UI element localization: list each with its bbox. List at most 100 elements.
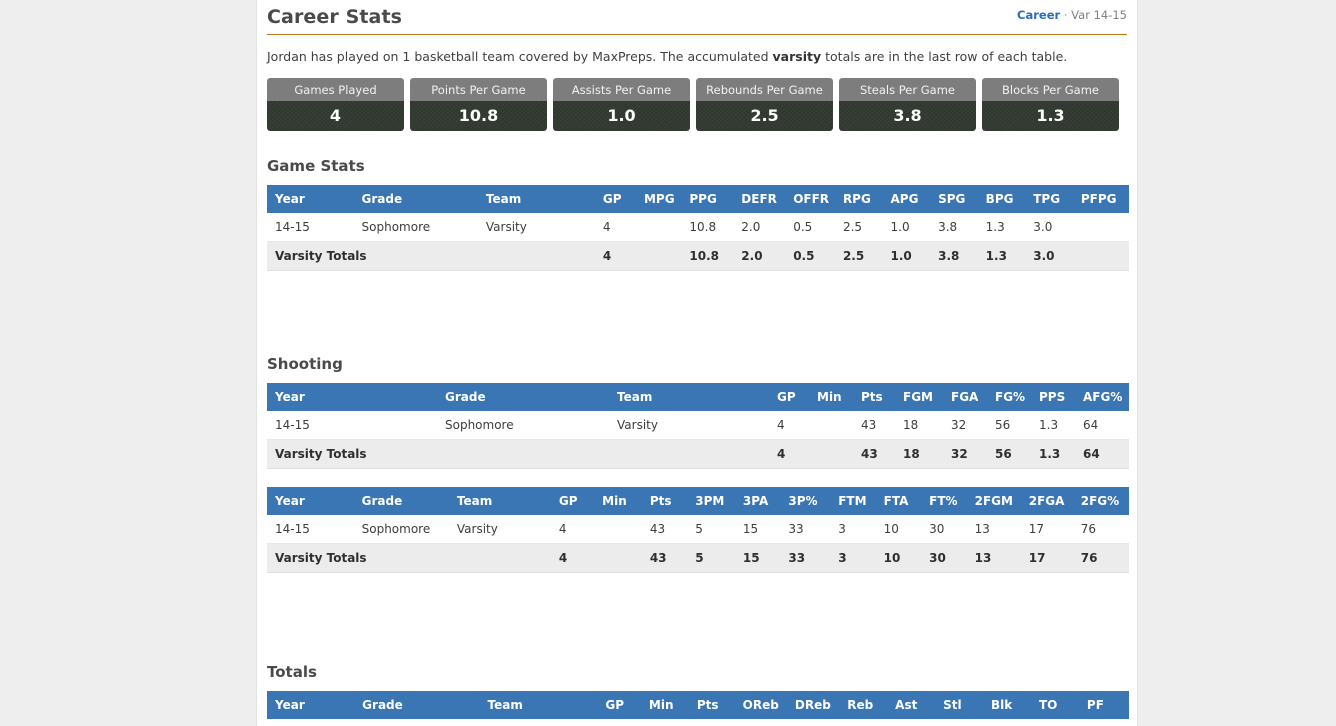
column-header[interactable]: FTM	[832, 486, 878, 515]
column-header[interactable]: 3P%	[782, 486, 833, 515]
column-header[interactable]: FTA	[877, 486, 924, 515]
stat-box-value: 3.8	[839, 101, 976, 131]
column-header[interactable]: Min	[642, 690, 691, 719]
column-header[interactable]: Team	[479, 690, 600, 719]
column-header[interactable]: FT%	[923, 486, 969, 515]
column-header[interactable]: RPG	[836, 184, 885, 213]
column-header[interactable]: Pts	[643, 486, 690, 515]
column-header[interactable]: Year	[267, 382, 437, 411]
table-cell: 32	[945, 410, 989, 440]
breadcrumb-link-career[interactable]: Career	[1017, 8, 1060, 22]
column-header[interactable]: 2FG%	[1074, 486, 1129, 515]
stat-box: Rebounds Per Game 2.5	[696, 77, 833, 131]
column-header[interactable]: BPG	[979, 184, 1028, 213]
column-header[interactable]: Blk	[985, 690, 1033, 719]
table-cell: 18	[897, 410, 945, 440]
column-header[interactable]: Year	[267, 486, 354, 515]
table-totals-cell: 3.8	[932, 241, 980, 271]
stat-box-value: 2.5	[696, 101, 833, 131]
table-totals-cell: 4	[771, 439, 811, 469]
table-cell	[811, 410, 855, 440]
table-totals-cell	[448, 543, 553, 573]
column-header[interactable]: Reb	[841, 690, 890, 719]
column-header[interactable]: Min	[596, 486, 644, 515]
column-header[interactable]: GP	[771, 382, 811, 411]
section-shooting: Shooting Year Grade Team GP Min Pts FGM FGA FG% P…	[267, 355, 1129, 573]
column-header[interactable]: FG%	[989, 382, 1033, 411]
column-header[interactable]: Team	[609, 382, 771, 411]
table-totals-row: Varsity Totals 4 10.8 2.0 0.5 2.5 1.0 3.8 1.3 3.0	[267, 241, 1129, 271]
table-cell: 4	[596, 212, 638, 242]
breadcrumb-current: Var 14-15	[1071, 8, 1127, 22]
column-header[interactable]: PPS	[1033, 382, 1077, 411]
table-header-row: Year Grade Team GP Min Pts FGM FGA FG% PPS AFG%	[267, 382, 1129, 411]
column-header[interactable]: PFPG	[1074, 184, 1129, 213]
column-header[interactable]: OFFR	[787, 184, 837, 213]
column-header[interactable]: Grade	[437, 382, 609, 411]
table-cell: 10.8	[683, 212, 736, 242]
column-header[interactable]: 3PM	[689, 486, 737, 515]
column-header[interactable]: Team	[448, 486, 553, 515]
table-cell	[596, 514, 644, 544]
column-header[interactable]: MPG	[637, 184, 684, 213]
column-header[interactable]: TPG	[1027, 184, 1075, 213]
section-title-game-stats: Game Stats	[267, 156, 365, 175]
column-header[interactable]: Team	[477, 184, 597, 213]
column-header[interactable]: APG	[884, 184, 933, 213]
column-header[interactable]: 2FGA	[1022, 486, 1075, 515]
table-totals-cell: 3	[832, 543, 878, 573]
table-totals-cell: 2.0	[735, 241, 788, 271]
column-header[interactable]: DEFR	[735, 184, 788, 213]
table-cell: 1.3	[979, 212, 1028, 242]
column-header[interactable]: TO	[1032, 690, 1081, 719]
table-totals-cell: 3.0	[1027, 241, 1075, 271]
table-totals-cell	[811, 439, 855, 469]
column-header[interactable]: GP	[599, 690, 643, 719]
table-totals-cell	[353, 543, 449, 573]
column-header[interactable]: Grade	[354, 690, 480, 719]
column-header[interactable]: Min	[811, 382, 855, 411]
column-header[interactable]: FGM	[897, 382, 945, 411]
intro-text-after: totals are in the last row of each table…	[821, 49, 1068, 64]
column-header[interactable]: PPG	[683, 184, 736, 213]
column-header[interactable]: DReb	[788, 690, 842, 719]
column-header[interactable]: Ast	[889, 690, 938, 719]
column-header[interactable]: 2FGM	[968, 486, 1023, 515]
table-cell: 5	[689, 514, 737, 544]
table-cell: 13	[968, 514, 1023, 544]
table-cell: 5	[985, 718, 1033, 726]
column-header[interactable]: 3PA	[736, 486, 783, 515]
column-header[interactable]: GP	[596, 184, 638, 213]
table-cell: Sophomore	[354, 718, 480, 726]
table-totals-cell	[609, 439, 771, 469]
column-header[interactable]: Grade	[353, 184, 478, 213]
column-header[interactable]: Year	[267, 690, 355, 719]
stat-box: Points Per Game 10.8	[410, 77, 547, 131]
table-header-row: Year Grade Team GP Min Pts OReb DReb Reb Ast Stl Bl…	[267, 690, 1129, 719]
table-totals-cell: 1.0	[884, 241, 933, 271]
table-cell: 76	[1074, 514, 1129, 544]
column-header[interactable]: PF	[1080, 690, 1129, 719]
column-header[interactable]: AFG%	[1077, 382, 1129, 411]
column-header[interactable]: Stl	[937, 690, 986, 719]
column-header[interactable]: OReb	[736, 690, 789, 719]
column-header[interactable]: FGA	[945, 382, 989, 411]
table-cell: 14-15	[267, 514, 354, 544]
column-header[interactable]: Year	[267, 184, 354, 213]
totals-table-wrap: Year Grade Team GP Min Pts OReb DReb Reb Ast Stl Bl…	[267, 690, 1129, 726]
table-totals-cell: 18	[897, 439, 945, 469]
table-cell: 15	[937, 718, 986, 726]
page-header: Career Stats Career · Var 14-15	[267, 0, 1127, 35]
column-header[interactable]: GP	[552, 486, 597, 515]
column-header[interactable]: Grade	[353, 486, 449, 515]
table-totals-cell	[596, 543, 644, 573]
table-cell: 10	[841, 718, 890, 726]
table-cell: 15	[736, 514, 783, 544]
table-cell: Varsity	[479, 718, 600, 726]
game-stats-table: Year Grade Team GP MPG PPG DEFR OFFR RPG APG SPG BP…	[267, 184, 1129, 271]
table-cell	[642, 718, 691, 726]
column-header[interactable]: Pts	[690, 690, 737, 719]
column-header[interactable]: SPG	[932, 184, 980, 213]
column-header[interactable]: Pts	[855, 382, 897, 411]
intro-paragraph: Jordan has played on 1 basketball team c…	[267, 48, 1127, 66]
